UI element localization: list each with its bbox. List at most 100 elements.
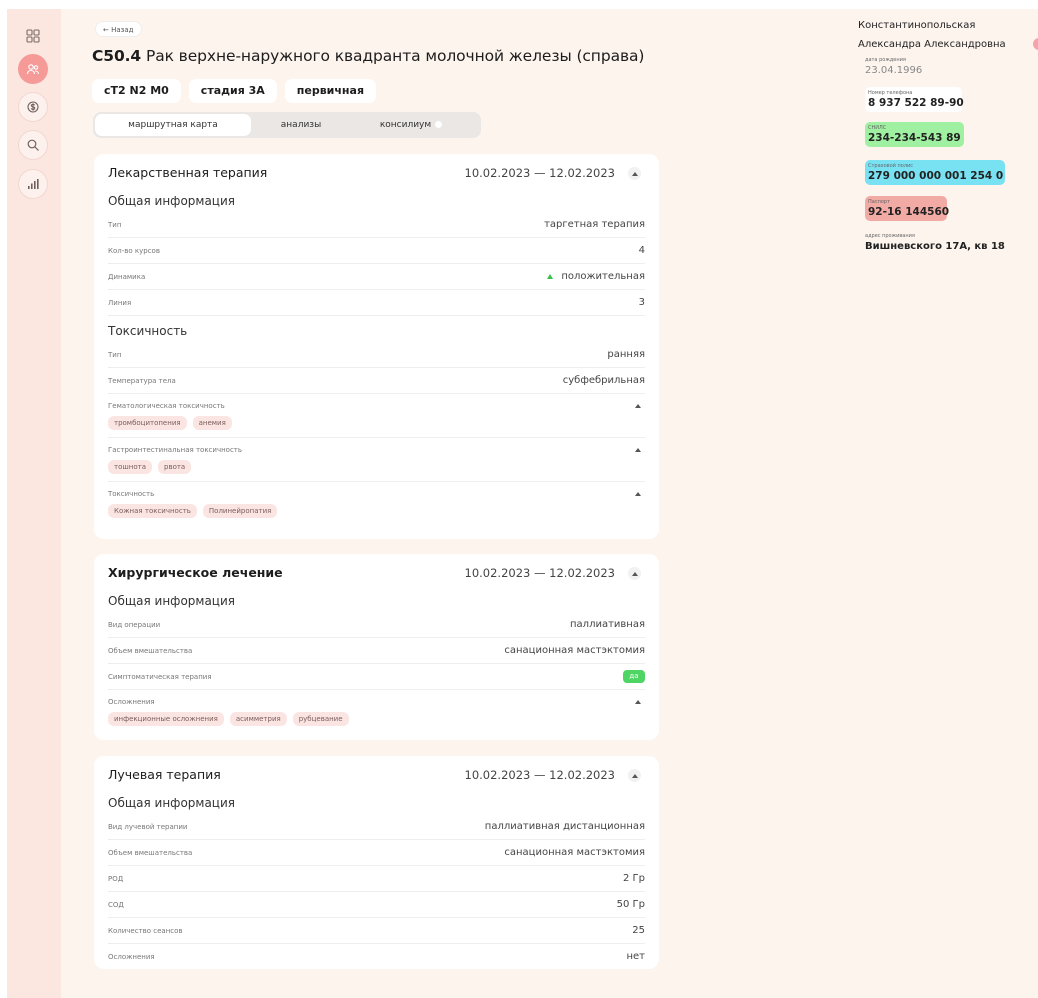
toxicity-group: Гематологическая токсичность тромбоцитоп… [108,394,645,438]
info-row: Динамика положительная [108,264,645,290]
info-row: Вид операции паллиативная [108,612,645,638]
group-label: Гематологическая токсичность [108,402,225,410]
info-row: Температура тела субфебрильная [108,368,645,394]
page-title: C50.4 Рак верхне-наружного квадранта мол… [92,47,662,65]
search-icon[interactable] [18,130,48,160]
snils-field[interactable]: СНИЛС 234-234-543 89 [865,122,964,147]
field-value: 92-16 144560 [868,206,950,218]
row-label: Тип [108,351,122,359]
chip-list: инфекционные осложнения асимметрия рубце… [108,712,645,726]
row-label: РОД [108,875,124,883]
row-value: паллиативная [570,619,645,630]
info-row: Симптоматическая терапия да [108,664,645,690]
row-value: ранняя [607,349,645,360]
app-window: ← Назад C50.4 Рак верхне-наружного квадр… [7,9,1038,998]
chevron-up-icon[interactable] [635,448,641,452]
chip: инфекционные осложнения [108,712,224,726]
notification-dot [435,121,443,128]
surgery-card: Хирургическое лечение 10.02.2023 — 12.02… [94,554,659,740]
field-value: 279 000 000 001 254 0 [868,170,1004,182]
patients-icon[interactable] [18,54,48,84]
section-title: Общая информация [108,194,235,208]
row-label: Количество сеансов [108,927,183,935]
tab-analyses[interactable]: анализы [251,114,351,136]
row-value: 2 Гр [623,873,645,884]
complications-group: Осложнения инфекционные осложнения асимм… [108,690,645,733]
chip: Кожная токсичность [108,504,197,518]
card-title: Лучевая терапия [108,767,221,782]
row-label: Объем вмешательства [108,849,193,857]
tab-council[interactable]: консилиум [351,114,471,136]
tag-type: первичная [284,79,377,103]
row-label: Температура тела [108,377,176,385]
tag-stage: стадия 3А [188,79,277,103]
card-dates: 10.02.2023 — 12.02.2023 [464,166,616,180]
address-field: адрес проживания Вишневского 17А, кв 18 [865,233,1005,252]
info-row: Тип таргетная терапия [108,212,645,238]
patient-last-name: Константинопольская [858,20,976,31]
tag-tnm: cT2 N2 M0 [92,79,181,103]
dynamics-text: положительная [561,271,645,282]
toxicity-group: Токсичность Кожная токсичность Полинейро… [108,482,645,525]
group-label: Осложнения [108,698,155,706]
passport-field[interactable]: Паспорт 92-16 144560 [865,196,950,221]
row-label: Линия [108,299,132,307]
chevron-up-icon[interactable] [635,404,641,408]
phone-field[interactable]: Номер телефона 8 937 522 89-90 [865,87,964,112]
row-label: Объем вмешательства [108,647,193,655]
patient-name: Константинопольская Александра Александр… [858,16,1038,54]
field-label: Паспорт [868,199,890,205]
chevron-up-icon[interactable] [635,492,641,496]
back-button[interactable]: ← Назад [95,21,142,37]
chip: анемия [192,416,232,430]
analytics-icon[interactable] [18,169,48,199]
toxicity-group: Гастроинтестинальная токсичность тошнота… [108,438,645,482]
field-value: 8 937 522 89-90 [868,97,964,109]
row-label: Осложнения [108,953,155,961]
info-row: РОД 2 Гр [108,866,645,892]
row-value: 50 Гр [616,899,645,910]
trend-up-icon [547,273,554,279]
dollar-icon[interactable] [18,92,48,122]
field-value: Вишневского 17А, кв 18 [865,241,1005,252]
card-title: Лекарственная терапия [108,165,268,180]
grid-menu-icon[interactable] [18,21,48,51]
row-label: Вид лучевой терапии [108,823,188,831]
row-value: паллиативная дистанционная [484,821,645,832]
field-label: Номер телефона [868,90,913,96]
chip: тошнота [108,460,152,474]
card-dates: 10.02.2023 — 12.02.2023 [464,566,616,580]
row-value: таргетная терапия [544,219,645,230]
info-row: Кол-во курсов 4 [108,238,645,264]
info-row: Тип ранняя [108,342,645,368]
row-value-dynamics: положительная [547,271,645,282]
chevron-up-icon [631,171,638,176]
tab-bar: маршрутная карта анализы консилиум [93,112,481,138]
info-row: СОД 50 Гр [108,892,645,918]
diagnosis-code: C50.4 [92,47,142,65]
chevron-up-icon[interactable] [635,700,641,704]
field-value: 23.04.1996 [865,65,923,76]
row-value: субфебрильная [562,375,645,386]
info-row: Линия 3 [108,290,645,316]
collapse-toggle[interactable] [628,567,641,580]
tab-route-map[interactable]: маршрутная карта [95,114,251,136]
avatar[interactable] [1033,38,1038,50]
chip-list: тромбоцитопения анемия [108,416,645,430]
drug-therapy-card: Лекарственная терапия 10.02.2023 — 12.02… [94,154,659,539]
collapse-toggle[interactable] [628,769,641,782]
info-row: Объем вмешательства санационная мастэктом… [108,840,645,866]
row-value: 4 [638,245,645,256]
field-label: дата рождения [865,57,906,63]
yes-badge: да [623,670,645,683]
row-label: СОД [108,901,124,909]
row-value: нет [626,951,645,962]
collapse-toggle[interactable] [628,167,641,180]
policy-field[interactable]: Страховой полис 279 000 000 001 254 0 [865,160,1005,185]
card-title: Хирургическое лечение [108,565,283,580]
row-value: 25 [632,925,645,936]
chip: тромбоцитопения [108,416,187,430]
row-label: Тип [108,221,122,229]
row-label: Кол-во курсов [108,247,160,255]
section-title: Общая информация [108,796,235,810]
